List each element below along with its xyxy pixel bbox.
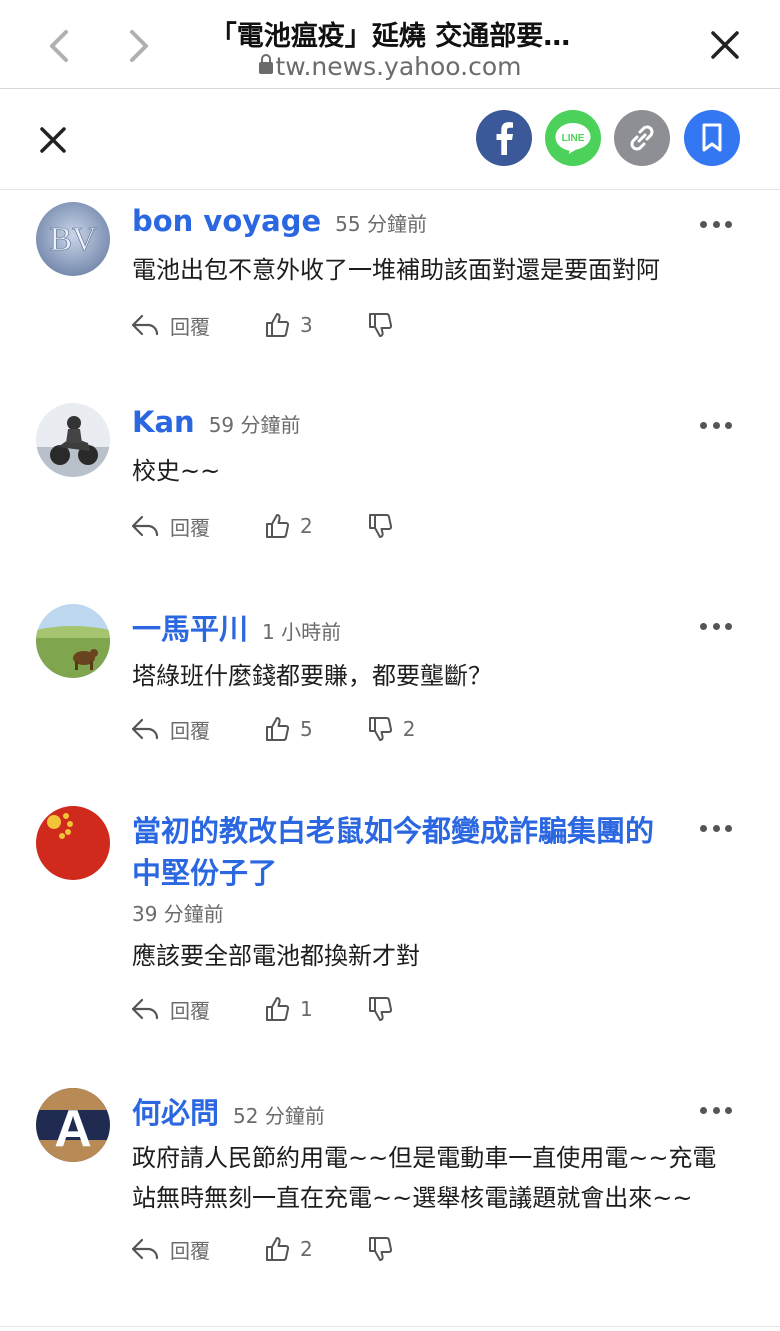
svg-text:BV: BV [49, 221, 97, 258]
comment-time: 52 分鐘前 [233, 1104, 325, 1128]
reply-button[interactable]: 回覆 [130, 715, 210, 744]
comment-author[interactable]: Kan [132, 405, 195, 439]
thumbs-down-icon [368, 1237, 392, 1261]
reply-icon [131, 1238, 159, 1260]
comment-author[interactable]: 何必問 [132, 1096, 219, 1130]
bookmark-icon [702, 123, 722, 152]
like-button[interactable]: 5 [264, 716, 313, 742]
comment-time: 59 分鐘前 [208, 413, 301, 437]
reply-label: 回覆 [170, 314, 210, 339]
reply-button[interactable]: 回覆 [130, 995, 210, 1024]
thumbs-up-icon [266, 997, 290, 1021]
dislike-button[interactable] [367, 312, 403, 338]
comment-author-line: 當初的教改白老鼠如今都變成詐騙集團的 [132, 814, 655, 848]
dislike-count: 2 [402, 717, 416, 741]
comment-text: 塔綠班什麼錢都要賺，都要壟斷？ [132, 662, 492, 690]
reply-label: 回覆 [170, 515, 210, 540]
reply-icon [131, 515, 159, 537]
copy-link-button[interactable] [614, 110, 670, 166]
thumbs-down-icon [368, 997, 392, 1021]
reply-label: 回覆 [170, 1238, 210, 1263]
avatar[interactable]: A [36, 1088, 110, 1162]
comment-author-line: 中堅份子了 [132, 856, 278, 890]
url-display[interactable]: tw.news.yahoo.com [150, 52, 630, 81]
avatar[interactable] [36, 403, 110, 477]
comment-time: 1 小時前 [262, 620, 342, 644]
like-count: 5 [300, 717, 313, 741]
dislike-button[interactable] [367, 1236, 403, 1262]
like-count: 3 [300, 313, 313, 337]
share-bar: LINE [0, 89, 780, 190]
reply-button[interactable]: 回覆 [130, 311, 210, 340]
comment-text: 應該要全部電池都換新才對 [132, 942, 420, 970]
like-count: 1 [300, 997, 313, 1021]
dislike-button[interactable] [367, 996, 403, 1022]
back-arrow-icon[interactable] [40, 26, 80, 66]
lock-icon [258, 54, 273, 74]
reply-button[interactable]: 回覆 [130, 1235, 210, 1264]
avatar[interactable] [36, 806, 110, 880]
thumbs-down-icon [368, 717, 392, 741]
close-comments-icon[interactable] [36, 123, 70, 157]
comment-actions: 回覆 1 [130, 992, 457, 1026]
comment-text-line: 政府請人民節約用電~~但是電動車一直使用電~~充電 [132, 1144, 717, 1172]
like-button[interactable]: 3 [264, 312, 313, 338]
reply-label: 回覆 [170, 998, 210, 1023]
close-icon[interactable] [708, 28, 742, 62]
like-button[interactable]: 2 [264, 513, 313, 539]
comment-text: 政府請人民節約用電~~但是電動車一直使用電~~充電 站無時無刻一直在充電~~選舉… [132, 1138, 716, 1218]
comment-text-line: 站無時無刻一直在充電~~選舉核電議題就會出來~~ [132, 1184, 693, 1212]
like-count: 2 [300, 514, 313, 538]
divider [0, 1326, 780, 1327]
dislike-button[interactable]: 2 [367, 716, 416, 742]
svg-text:A: A [54, 1100, 92, 1158]
reply-label: 回覆 [170, 718, 210, 743]
more-options-icon[interactable] [700, 822, 732, 834]
like-button[interactable]: 1 [264, 996, 313, 1022]
more-options-icon[interactable] [700, 218, 732, 230]
more-options-icon[interactable] [700, 620, 732, 632]
link-icon [630, 125, 654, 151]
reply-icon [131, 998, 159, 1020]
comment-author[interactable]: 一馬平川 [132, 612, 248, 646]
comment-author[interactable]: bon voyage [132, 204, 321, 238]
comment-text: 校史~~ [132, 457, 221, 485]
thumbs-up-icon [266, 514, 290, 538]
comment-text: 電池出包不意外收了一堆補助該面對還是要面對阿 [132, 256, 660, 284]
thumbs-down-icon [368, 313, 392, 337]
comment-time: 55 分鐘前 [335, 212, 427, 236]
thumbs-up-icon [266, 313, 290, 337]
more-options-icon[interactable] [700, 419, 732, 431]
bookmark-button[interactable] [684, 110, 740, 166]
facebook-share-button[interactable] [476, 110, 532, 166]
comment-actions: 回覆 2 [130, 509, 457, 543]
line-share-button[interactable]: LINE [545, 110, 601, 166]
thumbs-up-icon [266, 1237, 290, 1261]
comment-actions: 回覆 5 2 [130, 712, 469, 746]
more-options-icon[interactable] [700, 1104, 732, 1116]
avatar[interactable]: BV [36, 202, 110, 276]
thumbs-down-icon [368, 514, 392, 538]
like-count: 2 [300, 1237, 313, 1261]
comment-actions: 回覆 2 [130, 1232, 457, 1266]
browser-bar: 「電池瘟疫」延燒 交通部要… tw.news.yahoo.com [0, 0, 780, 89]
url-text: tw.news.yahoo.com [275, 52, 522, 81]
comment-actions: 回覆 3 [130, 308, 457, 342]
comment-time: 39 分鐘前 [132, 902, 224, 926]
page-title: 「電池瘟疫」延燒 交通部要… [209, 21, 571, 52]
dislike-button[interactable] [367, 513, 403, 539]
thumbs-up-icon [266, 717, 290, 741]
avatar[interactable] [36, 604, 110, 678]
like-button[interactable]: 2 [264, 1236, 313, 1262]
reply-icon [131, 314, 159, 336]
svg-text:LINE: LINE [562, 133, 585, 144]
reply-icon [131, 718, 159, 740]
facebook-icon [496, 122, 513, 155]
reply-button[interactable]: 回覆 [130, 512, 210, 541]
line-icon: LINE [555, 123, 591, 154]
